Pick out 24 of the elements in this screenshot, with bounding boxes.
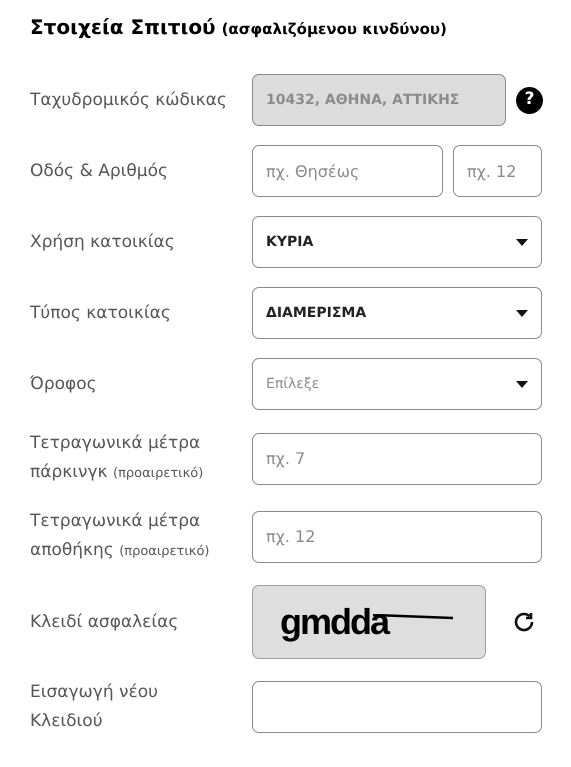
- field-label: Εισαγωγή νέου Κλειδιού: [30, 681, 159, 733]
- section-subtitle: (ασφαλιζόμενου κινδύνου): [222, 19, 447, 40]
- input-field[interactable]: πχ. 12: [252, 510, 542, 562]
- field-label: Τετραγωνικά μέτρα πάρκινγκ (προαιρετικό): [30, 432, 204, 484]
- caret-icon: [516, 380, 528, 388]
- captcha-code: gmdda: [280, 604, 390, 640]
- dropdown[interactable]: ΚΥΡΙΑ: [252, 216, 542, 268]
- field-label: Χρήση κατοικίας: [30, 230, 176, 254]
- section-title: Στοιχεία Σπιτιού: [30, 14, 216, 41]
- input-field[interactable]: πχ. 7: [252, 432, 542, 484]
- field-label: Τετραγωνικά μέτρα αποθήκης (προαιρετικό): [30, 510, 210, 562]
- field-label: Ταχυδρομικός κώδικας: [30, 88, 228, 112]
- street-field[interactable]: πχ. Θησέως: [252, 145, 443, 197]
- field-label: Όροφος: [30, 372, 98, 396]
- field-label: Τύπος κατοικίας: [30, 302, 172, 324]
- dropdown[interactable]: ΔΙΑΜΕΡΙΣΜΑ: [252, 287, 542, 339]
- field-label: Οδός & Αριθμός: [30, 160, 169, 182]
- field-label: Κλειδί ασφαλείας: [30, 610, 180, 634]
- refresh-icon[interactable]: [512, 610, 536, 634]
- caret-icon: [516, 238, 528, 246]
- caret-icon: [516, 310, 528, 316]
- input-field[interactable]: [252, 681, 542, 733]
- help-icon[interactable]: ?: [516, 86, 543, 114]
- number-field[interactable]: πχ. 12: [453, 145, 542, 197]
